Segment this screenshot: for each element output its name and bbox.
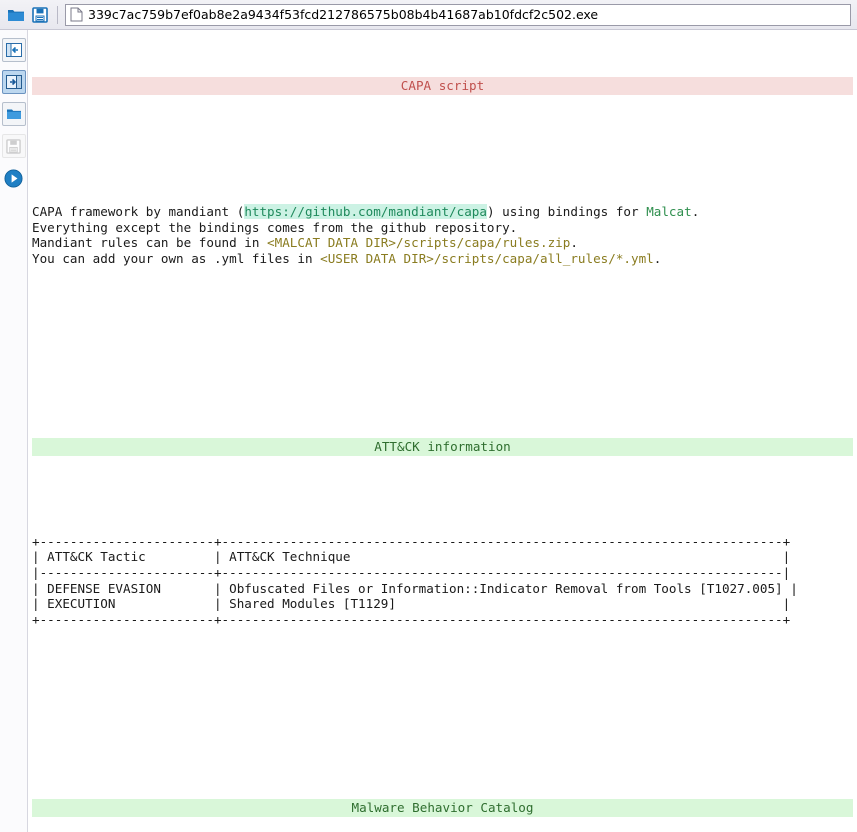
toolbar-separator [57, 5, 58, 24]
open-folder-icon[interactable] [4, 3, 28, 27]
table-rule-mid: |-----------------------+---------------… [32, 565, 791, 580]
toolbar: 339c7ac759b7ef0ab8e2a9434f53fcd212786575… [0, 0, 857, 30]
table-row: | EXECUTION | Shared Modules [T1129] | [32, 596, 791, 612]
intro-line3-suffix: . [570, 235, 578, 251]
document-icon [70, 7, 83, 22]
collapse-left-panel-button[interactable] [1, 38, 26, 62]
play-icon [4, 168, 23, 188]
file-path-text: 339c7ac759b7ef0ab8e2a9434f53fcd212786575… [88, 7, 599, 22]
folder-icon [6, 109, 21, 119]
attack-table: +-----------------------+---------------… [28, 534, 857, 628]
script-output-pane[interactable]: CAPA script CAPA framework by mandiant (… [28, 30, 857, 832]
intro-block: CAPA framework by mandiant (https://gith… [28, 203, 857, 266]
table-rule-bottom: +-----------------------+---------------… [32, 611, 791, 627]
intro-line1-mid: ) using bindings for [486, 203, 647, 219]
user-data-dir-path: <USER DATA DIR>/scripts/capa/all_rules/*… [320, 250, 654, 266]
table-rule-top: +-----------------------+---------------… [32, 533, 791, 549]
intro-line1-suffix: . [691, 203, 700, 219]
table-header-row: | ATT&CK Tactic | ATT&CK Technique | [32, 549, 791, 565]
intro-line3-prefix: Mandiant rules can be found in [32, 235, 268, 251]
collapse-left-panel-icon [5, 43, 22, 57]
intro-line1-prefix: CAPA framework by mandiant ( [32, 203, 245, 219]
app-name: Malcat [646, 203, 692, 219]
malcat-data-dir-path: <MALCAT DATA DIR>/scripts/capa/rules.zip [267, 235, 571, 251]
intro-line4-suffix: . [653, 250, 662, 266]
save-script-button [1, 134, 26, 158]
left-toolbar-rail [0, 30, 28, 832]
expand-right-panel-button[interactable] [1, 70, 26, 94]
table-row: | DEFENSE EVASION | Obfuscated Files or … [32, 580, 798, 596]
save-disk-icon [6, 138, 21, 154]
capa-repo-url[interactable]: https://github.com/mandiant/capa [244, 203, 487, 219]
expand-right-panel-icon [5, 75, 22, 89]
intro-line4-prefix: You can add your own as .yml files in [32, 250, 321, 266]
attack-information-banner: ATT&CK information [32, 437, 853, 456]
mbc-catalog-banner: Malware Behavior Catalog [32, 798, 853, 817]
capa-script-banner: CAPA script [32, 76, 853, 95]
run-script-button[interactable] [2, 166, 26, 190]
file-path-field[interactable]: 339c7ac759b7ef0ab8e2a9434f53fcd212786575… [65, 3, 851, 26]
open-folder-button[interactable] [1, 102, 26, 126]
save-disk-icon[interactable] [28, 3, 52, 27]
intro-line2: Everything except the bindings comes fro… [32, 219, 518, 235]
